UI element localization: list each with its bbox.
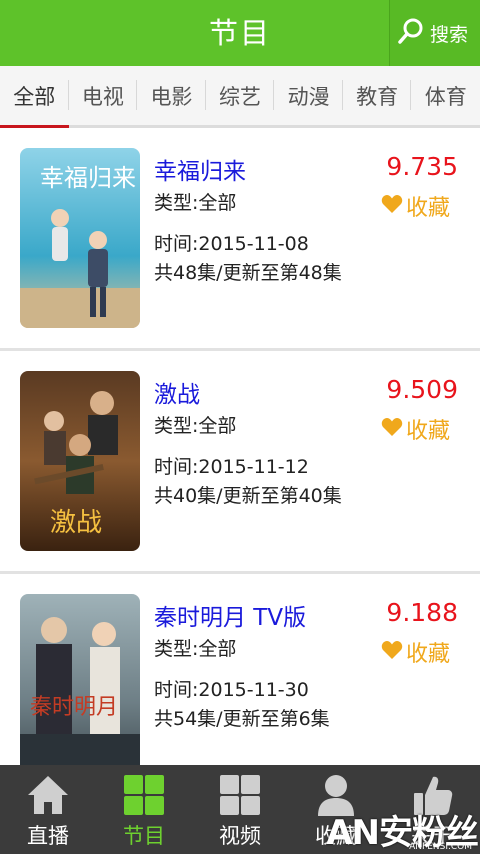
program-score: 9.188 <box>386 598 458 627</box>
poster-image[interactable]: 激战 <box>20 371 140 551</box>
watermark-subtext: ANFENSI.COM <box>409 842 472 852</box>
list-item[interactable]: 秦时明月 秦时明月 TV版 9.188 类型:全部 收藏 时间:2015-11-… <box>0 574 480 797</box>
program-episodes: 共54集/更新至第6集 <box>154 708 330 730</box>
search-icon <box>397 17 425 49</box>
favorite-button[interactable]: 收藏 <box>381 636 450 668</box>
program-type: 类型:全部 <box>154 638 237 660</box>
tab-label: 动漫 <box>287 85 330 109</box>
program-score: 9.509 <box>386 375 458 404</box>
tab-variety[interactable]: 综艺 <box>206 66 275 125</box>
favorite-label: 收藏 <box>406 196 451 221</box>
favorite-button[interactable]: 收藏 <box>381 190 450 222</box>
poster-title-text: 激战 <box>50 508 102 538</box>
tab-label: 电影 <box>150 85 193 109</box>
poster-image[interactable]: 秦时明月 <box>20 594 140 774</box>
nav-videos[interactable]: 视频 <box>192 765 288 854</box>
program-type: 类型:全部 <box>154 192 237 214</box>
heart-icon <box>381 640 403 664</box>
grid-icon <box>216 773 264 817</box>
program-title[interactable]: 激战 <box>154 375 200 409</box>
tab-label: 体育 <box>424 85 467 109</box>
nav-label: 节目 <box>123 824 165 848</box>
program-title[interactable]: 幸福归来 <box>154 152 246 186</box>
program-type: 类型:全部 <box>154 415 237 437</box>
tab-anime[interactable]: 动漫 <box>274 66 343 125</box>
tab-movie[interactable]: 电影 <box>137 66 206 125</box>
tab-sports[interactable]: 体育 <box>411 66 480 125</box>
tab-label: 全部 <box>13 85 56 109</box>
bottom-nav: 直播 节目 视频 收藏 关于 AN安粉丝 ANFENSI.COM <box>0 765 480 854</box>
search-label: 搜索 <box>430 23 469 46</box>
category-tabs: 全部 电视 电影 综艺 动漫 教育 体育 <box>0 66 480 128</box>
tab-label: 综艺 <box>219 85 262 109</box>
heart-icon <box>381 194 403 218</box>
favorite-label: 收藏 <box>406 642 451 667</box>
nav-label: 视频 <box>219 824 261 848</box>
list-item[interactable]: 激战 激战 9.509 类型:全部 收藏 时间:2015-11-12 共40集/… <box>0 351 480 574</box>
program-time: 时间:2015-11-30 <box>154 679 309 701</box>
watermark-logo: AN安粉丝 ANFENSI.COM <box>326 805 479 854</box>
program-episodes: 共40集/更新至第40集 <box>154 485 342 507</box>
tab-all[interactable]: 全部 <box>0 66 69 128</box>
favorite-button[interactable]: 收藏 <box>381 413 450 445</box>
nav-programs[interactable]: 节目 <box>96 765 192 854</box>
program-score: 9.735 <box>386 152 458 181</box>
tab-tv[interactable]: 电视 <box>69 66 138 125</box>
nav-label: 直播 <box>27 824 69 848</box>
favorite-label: 收藏 <box>406 419 451 444</box>
poster-title-text: 幸福归来 <box>40 164 136 192</box>
program-time: 时间:2015-11-08 <box>154 233 309 255</box>
tab-label: 电视 <box>81 85 124 109</box>
tab-education[interactable]: 教育 <box>343 66 412 125</box>
grid-icon <box>120 773 168 817</box>
program-title[interactable]: 秦时明月 TV版 <box>154 598 306 632</box>
poster-image[interactable]: 幸福归来 <box>20 148 140 328</box>
home-icon <box>24 773 72 817</box>
list-item[interactable]: 幸福归来 幸福归来 9.735 类型:全部 收藏 时间:2015-11-08 共… <box>0 128 480 351</box>
nav-live[interactable]: 直播 <box>0 765 96 854</box>
heart-icon <box>381 417 403 441</box>
tab-label: 教育 <box>356 85 399 109</box>
search-button[interactable]: 搜索 <box>389 0 480 66</box>
app-header: 节目 搜索 <box>0 0 480 66</box>
program-time: 时间:2015-11-12 <box>154 456 309 478</box>
program-episodes: 共48集/更新至第48集 <box>154 262 342 284</box>
poster-title-text: 秦时明月 <box>30 695 118 720</box>
